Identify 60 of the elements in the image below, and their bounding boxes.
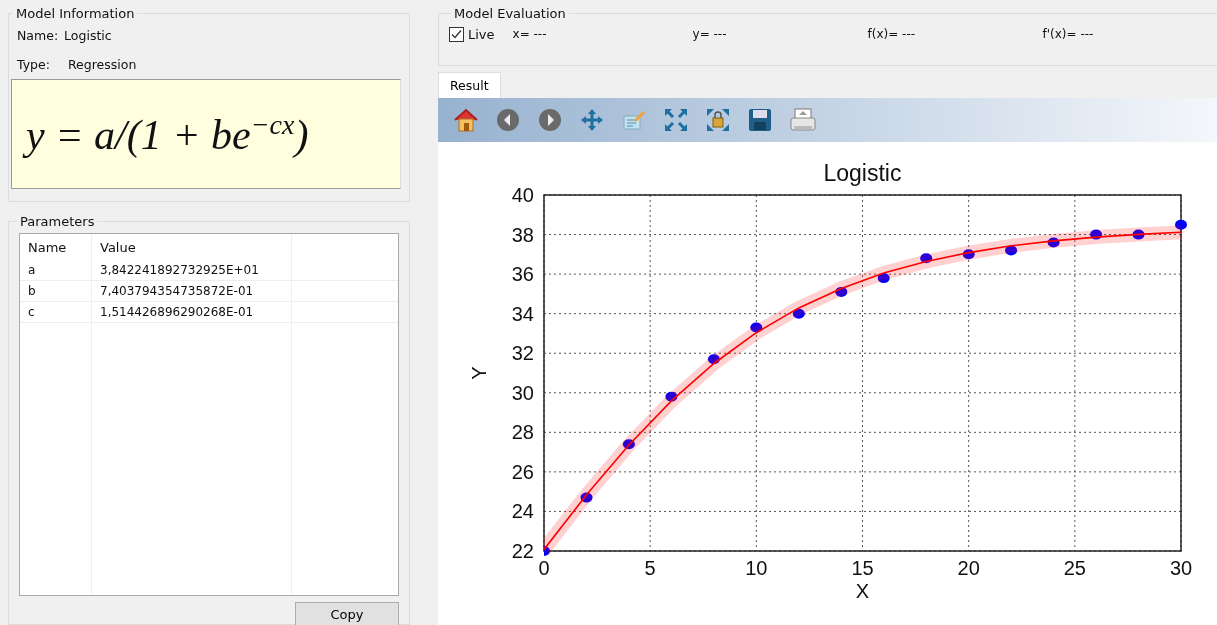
y-axis-label: Y	[468, 366, 490, 380]
x-tick-label: 30	[1169, 557, 1193, 579]
column-header[interactable]: Value	[91, 234, 291, 260]
data-point	[920, 253, 933, 264]
y-tick-label: 40	[511, 184, 534, 206]
data-point	[544, 546, 550, 556]
data-point	[622, 439, 635, 450]
data-point	[835, 286, 848, 297]
printer-icon[interactable]	[788, 106, 818, 134]
x-tick-label: 0	[538, 557, 550, 579]
copy-button[interactable]: Copy	[295, 602, 399, 625]
table-cell-text: c	[27, 304, 36, 321]
y-tick-label: 30	[511, 381, 534, 404]
live-checkbox[interactable]: Live	[449, 26, 495, 42]
table-cell: 1,514426896290268E-01	[91, 302, 291, 322]
y-tick-label: 26	[511, 460, 534, 483]
readout: f(x)= ---	[867, 27, 917, 41]
data-point	[665, 391, 678, 402]
type-label: Type:	[17, 57, 50, 72]
readout: x= ---	[512, 27, 548, 41]
table-cell: 7,403794354735872E-01	[91, 281, 291, 301]
table-cell-text: b	[27, 283, 37, 300]
data-point	[580, 492, 593, 503]
type-value: Regression	[67, 57, 137, 72]
x-axis-label: X	[855, 580, 870, 602]
table-cell: 3,842241892732925E+01	[91, 260, 291, 280]
y-tick-label: 22	[511, 540, 534, 562]
chart-title: Logistic	[823, 160, 902, 186]
group-title: Model Information	[15, 6, 136, 21]
table-cell-text: a	[27, 262, 37, 279]
tab[interactable]: Result	[438, 72, 501, 98]
readout: y= ---	[692, 27, 728, 41]
y-tick-label: 34	[511, 302, 534, 325]
x-tick-label: 5	[644, 557, 656, 579]
y-tick-label: 32	[511, 342, 534, 365]
x-tick-label: 25	[1063, 557, 1086, 579]
data-point	[962, 249, 975, 260]
readout: f'(x)= ---	[1042, 27, 1095, 41]
data-point	[1132, 229, 1145, 240]
y-tick-label: 36	[511, 263, 534, 286]
data-point	[1047, 237, 1060, 248]
x-tick-label: 15	[851, 557, 874, 579]
data-point	[707, 354, 720, 365]
data-point	[877, 273, 890, 284]
data-point	[1175, 219, 1187, 230]
check-icon	[450, 27, 463, 41]
y-tick-label: 24	[511, 500, 534, 523]
name-value: Logistic	[64, 28, 112, 43]
data-point	[1090, 229, 1103, 240]
y-tick-label: 38	[511, 223, 534, 246]
name-label: Name:	[17, 28, 59, 43]
y-tick-label: 28	[511, 421, 534, 444]
data-point	[750, 322, 763, 333]
data-point	[1005, 245, 1018, 256]
column-header[interactable]: Name	[20, 234, 91, 260]
x-tick-label: 20	[957, 557, 980, 579]
group-title: Model Evaluation	[453, 6, 567, 21]
group-title: Parameters	[19, 214, 96, 229]
data-point	[792, 308, 805, 319]
x-tick-label: 10	[745, 557, 768, 579]
